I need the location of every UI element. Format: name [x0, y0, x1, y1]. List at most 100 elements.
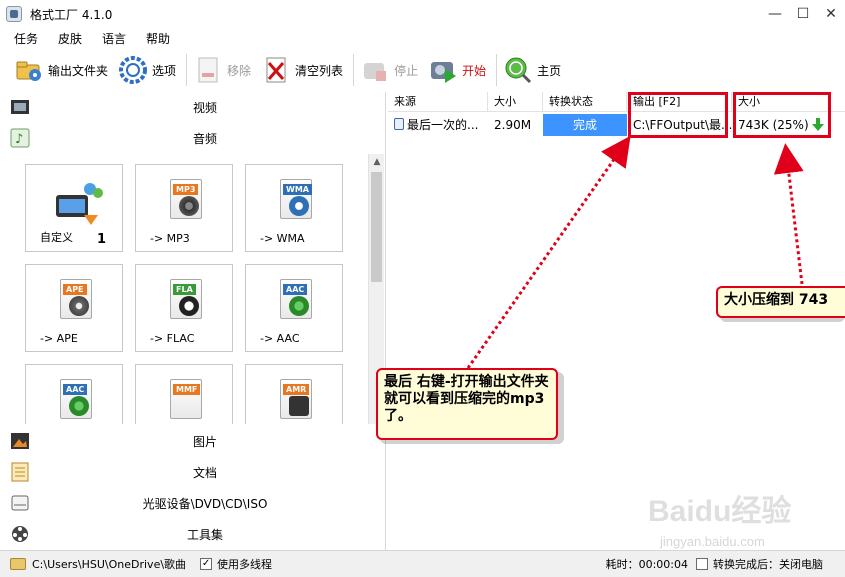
col-status[interactable]: 转换状态: [543, 92, 627, 112]
menu-help[interactable]: 帮助: [142, 30, 174, 47]
disc-drive-icon: [10, 493, 30, 513]
toolbar-separator: [496, 54, 498, 86]
toolbar: 输出文件夹 选项 移除 清空列表 停止 开始 主页: [0, 50, 845, 90]
stop-button[interactable]: 停止: [360, 53, 428, 87]
tile-custom-badge: 1: [96, 232, 106, 247]
tile-aac[interactable]: AAC -> AAC: [245, 264, 343, 352]
status-bar: C:\Users\HSU\OneDrive\歌曲 ✓ 使用多线程 耗时：00:0…: [0, 550, 845, 577]
category-image-label: 图片: [192, 434, 217, 449]
format-grid: 自定义 1 MP3 -> MP3 WMA -> WMA APE -> APE F…: [0, 154, 368, 424]
tools-reel-icon: [10, 524, 30, 544]
multithread-checkbox[interactable]: ✓: [200, 558, 213, 570]
category-tools[interactable]: 工具集: [0, 519, 386, 549]
home-globe-icon: [503, 55, 533, 85]
toolbar-separator: [186, 54, 188, 86]
menu-skin[interactable]: 皮肤: [54, 30, 86, 47]
menu-bar: 任务 皮肤 语言 帮助: [0, 28, 845, 48]
output-folder-label: 输出文件夹: [48, 63, 109, 78]
picture-icon: [10, 431, 30, 451]
category-image[interactable]: 图片: [0, 426, 386, 456]
output-highlight-box: [628, 92, 728, 138]
options-gear-icon: [118, 55, 148, 85]
col-source[interactable]: 来源: [388, 92, 488, 112]
category-document-label: 文档: [192, 465, 217, 480]
aac-tag: AAC: [283, 284, 308, 295]
task-source: 最后一次的...: [407, 118, 479, 132]
tile-aac-2[interactable]: AAC: [25, 364, 123, 424]
tile-wma[interactable]: WMA -> WMA: [245, 164, 343, 252]
category-document[interactable]: 文档: [0, 457, 386, 487]
scroll-up-arrow-icon[interactable]: ▲: [369, 154, 385, 170]
menu-task[interactable]: 任务: [10, 30, 42, 47]
category-video[interactable]: 视频: [0, 92, 386, 122]
multithread-label: 使用多线程: [217, 558, 273, 571]
category-disc[interactable]: 光驱设备\DVD\CD\ISO: [0, 488, 386, 518]
tile-flac-label: -> FLAC: [150, 332, 195, 345]
baidu-watermark: Baidu经验: [648, 495, 792, 528]
elapsed-time: 耗时：00:00:04: [605, 558, 688, 571]
remove-button[interactable]: 移除: [193, 53, 261, 87]
task-source-cell: 最后一次的...: [388, 114, 488, 136]
film-icon: [10, 97, 30, 117]
category-audio[interactable]: ♪ 音频: [0, 123, 386, 153]
stop-label: 停止: [394, 63, 419, 78]
output-folder-icon: [14, 55, 44, 85]
tile-amr[interactable]: AMR: [245, 364, 343, 424]
task-status-done: 完成: [543, 114, 627, 136]
category-disc-label: 光驱设备\DVD\CD\ISO: [142, 496, 268, 511]
category-tools-label: 工具集: [186, 527, 223, 542]
tile-mp3[interactable]: MP3 -> MP3: [135, 164, 233, 252]
col-size[interactable]: 大小: [488, 92, 543, 112]
mmf-tag: MMF: [173, 384, 201, 395]
clear-list-button[interactable]: 清空列表: [261, 53, 353, 87]
output-path: C:\Users\HSU\OneDrive\歌曲: [32, 558, 187, 571]
tile-custom-label: 自定义: [40, 231, 73, 244]
tile-mp3-label: -> MP3: [150, 232, 190, 245]
tile-ape[interactable]: APE -> APE: [25, 264, 123, 352]
folder-icon[interactable]: [10, 558, 26, 570]
maximize-button[interactable]: ☐: [789, 0, 817, 28]
document-icon: [10, 462, 30, 482]
options-button[interactable]: 选项: [118, 53, 186, 87]
stop-icon: [360, 55, 390, 85]
aac2-tag: AAC: [63, 384, 88, 395]
mmf-file-icon: MMF: [164, 379, 206, 424]
minimize-button[interactable]: —: [761, 0, 789, 28]
options-label: 选项: [152, 63, 177, 78]
tile-custom[interactable]: 自定义 1: [25, 164, 123, 252]
close-button[interactable]: ✕: [817, 0, 845, 28]
flac-file-icon: FLA: [164, 279, 206, 325]
shutdown-label: 转换完成后：关闭电脑: [713, 558, 823, 571]
aac-file-icon: AAC: [274, 279, 316, 325]
app-logo-icon: [6, 6, 22, 22]
category-video-label: 视频: [192, 100, 217, 115]
wma-file-icon: WMA: [274, 179, 316, 225]
category-panel: 视频 ♪ 音频 自定义 1 MP3 -> MP3 WMA -> WMA APE …: [0, 92, 386, 550]
ape-tag: APE: [63, 284, 87, 295]
start-button[interactable]: 开始: [428, 53, 496, 87]
wma-tag: WMA: [283, 184, 312, 195]
baidu-watermark-url: jingyan.baidu.com: [660, 534, 765, 549]
remove-label: 移除: [227, 63, 252, 78]
menu-language[interactable]: 语言: [98, 30, 130, 47]
toolbar-separator: [353, 54, 355, 86]
size-highlight-box: [733, 92, 831, 138]
aac-file-icon: AAC: [54, 379, 96, 424]
window-title: 格式工厂 4.1.0: [30, 7, 113, 22]
start-label: 开始: [462, 63, 487, 78]
clear-list-icon: [261, 55, 291, 85]
tile-mmf[interactable]: MMF: [135, 364, 233, 424]
category-audio-label: 音频: [192, 131, 217, 146]
tile-aac-label: -> AAC: [260, 332, 300, 345]
start-play-icon: [428, 55, 458, 85]
amr-file-icon: AMR: [274, 379, 316, 424]
flac-tag: FLA: [173, 284, 196, 295]
output-folder-button[interactable]: 输出文件夹: [14, 53, 118, 87]
amr-tag: AMR: [283, 384, 310, 395]
shutdown-checkbox[interactable]: [696, 558, 708, 570]
tile-flac[interactable]: FLA -> FLAC: [135, 264, 233, 352]
scroll-thumb[interactable]: [371, 172, 382, 282]
callout-left: 最后 右键-打开输出文件夹 就可以看到压缩完的mp3 了。: [376, 368, 558, 440]
task-size: 2.90M: [494, 118, 532, 132]
home-button[interactable]: 主页: [503, 53, 571, 87]
